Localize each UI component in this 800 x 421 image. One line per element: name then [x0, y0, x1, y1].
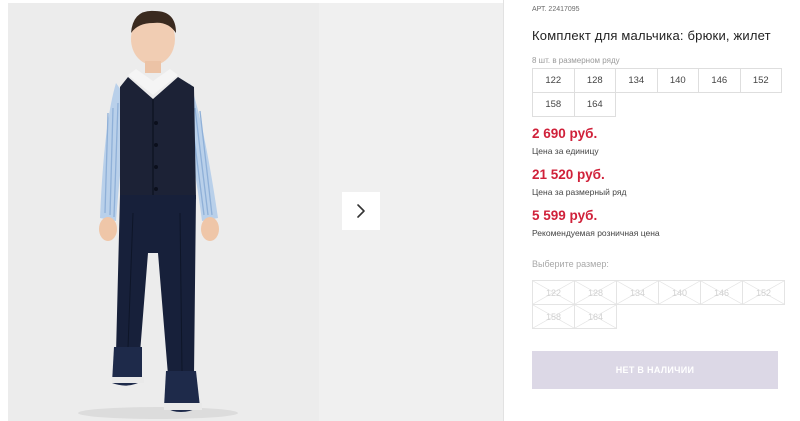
product-photo: [8, 3, 319, 421]
size-range-cell: 158: [532, 92, 575, 117]
size-range-grid: 122 128 134 140 146 152 158 164: [532, 68, 782, 117]
out-of-stock-button[interactable]: НЕТ В НАЛИЧИИ: [532, 351, 778, 389]
retail-price-label: Рекомендуемая розничная цена: [532, 228, 660, 238]
size-option-label: 134: [629, 287, 646, 298]
size-option-disabled[interactable]: 140: [658, 280, 701, 305]
boy-in-suit-image: [8, 3, 319, 421]
panel-divider: [503, 0, 504, 421]
size-option-label: 128: [587, 287, 604, 298]
pack-note: 8 шт. в размерном ряду: [532, 56, 620, 65]
size-option-label: 140: [671, 287, 688, 298]
size-option-label: 164: [587, 311, 604, 322]
chevron-right-icon: [357, 204, 365, 218]
size-option-disabled[interactable]: 146: [700, 280, 743, 305]
size-option-label: 158: [545, 311, 562, 322]
pack-price: 21 520 руб.: [532, 167, 605, 182]
gallery-next-button[interactable]: [342, 192, 380, 230]
unit-price-label: Цена за единицу: [532, 146, 599, 156]
size-option-label: 122: [545, 287, 562, 298]
size-select-label: Выберите размер:: [532, 259, 609, 269]
size-range-cell: 122: [532, 68, 575, 93]
size-range-cell: 140: [656, 68, 699, 93]
article-number: АРТ. 22417095: [532, 6, 580, 13]
size-option-disabled[interactable]: 152: [742, 280, 785, 305]
size-option-disabled[interactable]: 128: [574, 280, 617, 305]
retail-price: 5 599 руб.: [532, 208, 598, 223]
size-range-cell: 152: [739, 68, 782, 93]
size-range-cell: 128: [573, 68, 616, 93]
size-option-disabled[interactable]: 158: [532, 304, 575, 329]
unit-price: 2 690 руб.: [532, 126, 598, 141]
size-option-disabled[interactable]: 122: [532, 280, 575, 305]
size-range-cell: 164: [573, 92, 616, 117]
size-option-disabled[interactable]: 134: [616, 280, 659, 305]
size-option-label: 146: [713, 287, 730, 298]
product-title: Комплект для мальчика: брюки, жилет: [532, 28, 771, 43]
product-gallery: [8, 3, 503, 421]
size-option-disabled[interactable]: 164: [574, 304, 617, 329]
size-select-grid: 122 128 134 140 146 152 158 164: [532, 280, 785, 329]
size-range-cell: 134: [615, 68, 658, 93]
article-label: АРТ.: [532, 6, 547, 13]
size-option-label: 152: [755, 287, 772, 298]
size-range-cell: 146: [698, 68, 741, 93]
pack-price-label: Цена за размерный ряд: [532, 187, 627, 197]
article-value: 22417095: [548, 6, 580, 13]
